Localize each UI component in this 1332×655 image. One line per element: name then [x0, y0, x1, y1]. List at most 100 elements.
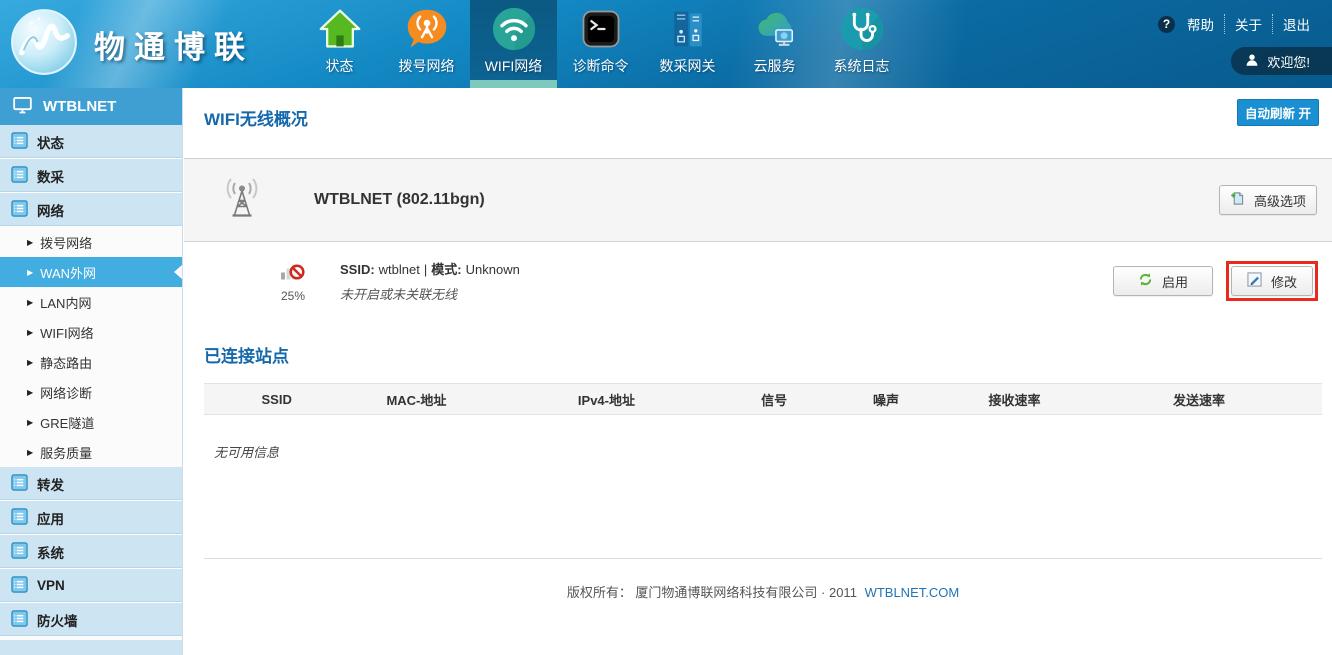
sidebar-item-label: WAN外网 — [40, 263, 96, 282]
wifi-network-name: WTBLNET (802.11bgn) — [314, 191, 485, 209]
sidebar-item-label: GRE隧道 — [40, 413, 94, 432]
list-icon — [11, 200, 28, 220]
sidebar-item-label: VPN — [37, 578, 65, 593]
user-icon — [1245, 53, 1259, 70]
ssid-label: SSID: — [340, 262, 375, 277]
top-links: ? 帮助 关于 退出 — [1158, 14, 1320, 34]
list-icon — [11, 576, 28, 596]
sidebar-item-system[interactable]: 系统 — [0, 535, 182, 569]
tab-label: 状态 — [326, 56, 354, 76]
tab-label: 云服务 — [754, 56, 796, 76]
sidebar-item-gre-tunnel[interactable]: GRE隧道 — [0, 407, 182, 437]
sidebar-item-lan[interactable]: LAN内网 — [0, 287, 182, 317]
signal-indicator: 25% — [276, 259, 310, 303]
wifi-icon — [491, 5, 537, 53]
sidebar-item-data-collection[interactable]: 数采 — [0, 159, 182, 193]
list-icon — [11, 610, 28, 630]
sidebar-item-label: 状态 — [37, 132, 64, 152]
sidebar-item-forwarding[interactable]: 转发 — [0, 467, 182, 501]
terminal-icon — [580, 5, 622, 53]
tab-cloud-service[interactable]: 云服务 — [731, 0, 818, 88]
home-icon — [318, 5, 362, 53]
sidebar-item-label: 网络 — [37, 200, 64, 220]
modify-label: 修改 — [1271, 272, 1297, 291]
sidebar-item-qos[interactable]: 服务质量 — [0, 437, 182, 467]
tab-diagnostics[interactable]: 诊断命令 — [557, 0, 644, 88]
sidebar-item-vpn[interactable]: VPN — [0, 569, 182, 603]
mode-label: 模式: — [431, 262, 461, 277]
signal-disabled-icon — [280, 259, 306, 287]
stations-table-header: SSID MAC-地址 IPv4-地址 信号 噪声 接收速率 发送速率 — [204, 383, 1322, 415]
logo-globe-icon — [10, 8, 78, 81]
sidebar-item-label: 防火墙 — [37, 610, 78, 630]
sidebar-item-network-diagnosis[interactable]: 网络诊断 — [0, 377, 182, 407]
sidebar-item-application[interactable]: 应用 — [0, 501, 182, 535]
tab-dial-network[interactable]: 拨号网络 — [383, 0, 470, 88]
wifi-status-text: SSID:wtblnet|模式:Unknown 未开启或未关联无线 — [340, 259, 524, 303]
sidebar-item-partial[interactable] — [0, 640, 182, 655]
sidebar-item-label: 数采 — [37, 166, 64, 186]
footer-link[interactable]: WTBLNET.COM — [865, 585, 960, 600]
signal-percent: 25% — [281, 289, 305, 303]
sidebar: WTBLNET 状态 数采 网络 拨号网络 WAN外网 LAN内网 WIFI网络… — [0, 88, 183, 655]
sidebar-item-wifi[interactable]: WIFI网络 — [0, 317, 182, 347]
sidebar-item-wan[interactable]: WAN外网 — [0, 257, 182, 287]
advanced-options-button[interactable]: 高级选项 — [1219, 185, 1317, 215]
welcome-badge: 欢迎您! — [1231, 47, 1332, 75]
sidebar-item-firewall[interactable]: 防火墙 — [0, 603, 182, 637]
list-icon — [11, 166, 28, 186]
help-icon: ? — [1158, 16, 1175, 33]
logout-link[interactable]: 退出 — [1272, 14, 1320, 34]
tab-label: WIFI网络 — [485, 56, 543, 76]
sidebar-item-label: 应用 — [37, 508, 64, 528]
dial-network-icon — [405, 5, 449, 53]
tab-status[interactable]: 状态 — [296, 0, 383, 88]
welcome-text: 欢迎您! — [1267, 52, 1310, 71]
tab-label: 数采网关 — [660, 56, 716, 76]
list-icon — [11, 542, 28, 562]
about-link[interactable]: 关于 — [1224, 14, 1272, 34]
column-header-rx-rate: 接收速率 — [953, 390, 1076, 409]
edit-icon — [1247, 272, 1262, 290]
auto-refresh-toggle[interactable]: 自动刷新 开 — [1237, 99, 1319, 126]
column-header-ssid: SSID — [204, 392, 349, 407]
sidebar-header: WTBLNET — [0, 88, 182, 125]
advanced-options-label: 高级选项 — [1254, 191, 1306, 210]
ssid-value: wtblnet — [379, 262, 420, 277]
list-icon — [11, 508, 28, 528]
mode-value: Unknown — [466, 262, 520, 277]
enable-button[interactable]: 启用 — [1113, 266, 1213, 296]
stethoscope-icon — [839, 5, 885, 53]
cloud-service-icon — [752, 5, 798, 53]
list-icon — [11, 474, 28, 494]
sidebar-item-label: 转发 — [37, 474, 64, 494]
page-plus-icon — [1230, 191, 1245, 209]
modify-button[interactable]: 修改 — [1231, 266, 1313, 296]
top-header: 物通博联 状态 — [0, 0, 1332, 88]
main-content: WIFI无线概况 自动刷新 开 WTBLNET (802.11bgn) — [184, 88, 1332, 655]
antenna-icon — [222, 177, 262, 224]
sidebar-item-label: 网络诊断 — [40, 383, 92, 402]
sidebar-item-dial-network[interactable]: 拨号网络 — [0, 227, 182, 257]
modify-button-highlight: 修改 — [1226, 261, 1318, 301]
sidebar-item-static-route[interactable]: 静态路由 — [0, 347, 182, 377]
sidebar-item-label: LAN内网 — [40, 293, 91, 312]
tab-wifi-network[interactable]: WIFI网络 — [470, 0, 557, 88]
tab-label: 拨号网络 — [399, 56, 455, 76]
stations-title: 已连接站点 — [204, 342, 1332, 367]
logo-text: 物通博联 — [94, 22, 254, 67]
sidebar-item-label: 系统 — [37, 542, 64, 562]
help-link[interactable]: 帮助 — [1177, 14, 1224, 34]
wifi-disabled-message: 未开启或未关联无线 — [340, 284, 524, 303]
sidebar-item-status[interactable]: 状态 — [0, 125, 182, 159]
sidebar-item-network[interactable]: 网络 — [0, 193, 182, 227]
refresh-icon — [1138, 272, 1153, 290]
tab-data-gateway[interactable]: 数采网关 — [644, 0, 731, 88]
sidebar-item-label: 拨号网络 — [40, 233, 92, 252]
tab-system-log[interactable]: 系统日志 — [818, 0, 905, 88]
router-admin-page: 物通博联 状态 — [0, 0, 1332, 655]
sidebar-item-label: WIFI网络 — [40, 323, 93, 342]
tab-label: 诊断命令 — [573, 56, 629, 76]
wifi-overview-panel: WTBLNET (802.11bgn) 高级选项 — [184, 158, 1332, 242]
monitor-icon — [12, 95, 33, 119]
